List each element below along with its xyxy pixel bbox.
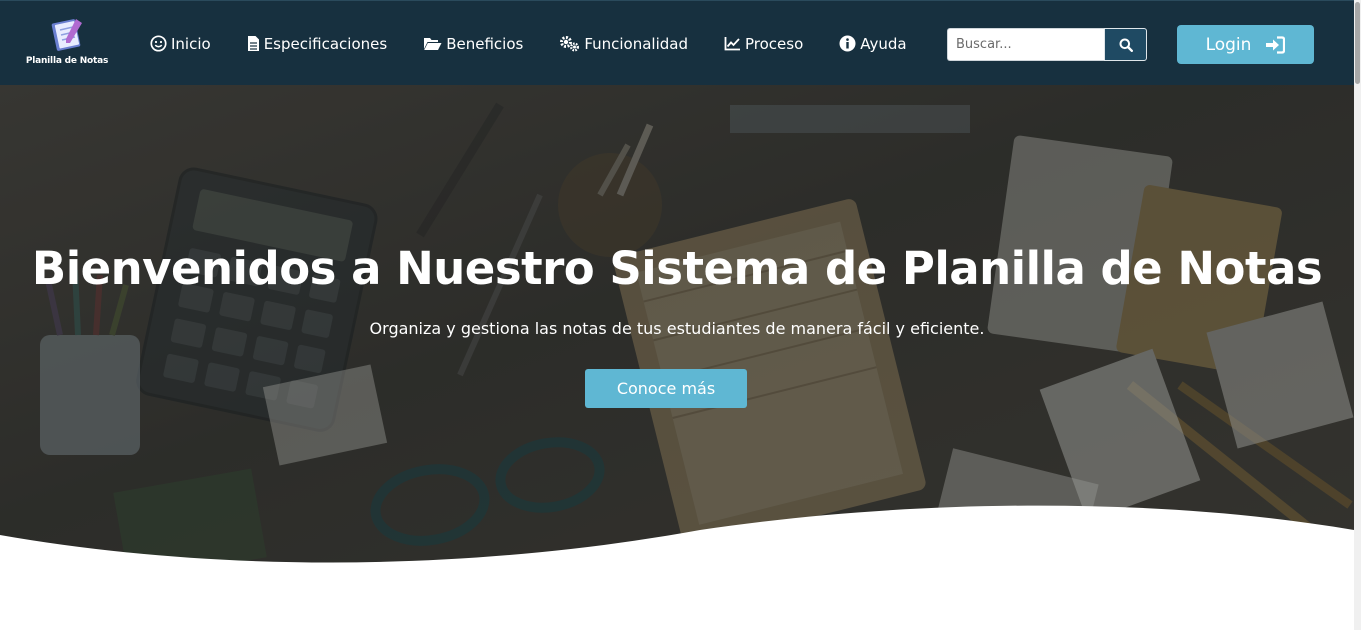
nav-item-especificaciones[interactable]: Especificaciones <box>247 34 388 53</box>
nav-item-ayuda[interactable]: Ayuda <box>839 34 907 53</box>
gears-icon <box>560 36 580 52</box>
search-button[interactable] <box>1104 28 1147 61</box>
nav-item-beneficios[interactable]: Beneficios <box>423 35 523 53</box>
nav-item-funcionalidad[interactable]: Funcionalidad <box>559 35 688 53</box>
search-icon <box>1119 38 1133 52</box>
search-form <box>947 28 1147 61</box>
notebook-pen-icon <box>51 19 82 51</box>
login-button[interactable]: Login <box>1177 25 1314 64</box>
hero-subtitle: Organiza y gestiona las notas de tus est… <box>369 319 985 338</box>
smile-icon <box>150 35 167 52</box>
hero-title: Bienvenidos a Nuestro Sistema de Planill… <box>31 242 1323 295</box>
nav-label-funcionalidad: Funcionalidad <box>584 34 688 53</box>
nav-item-proceso[interactable]: Proceso <box>724 35 803 53</box>
info-circle-icon <box>839 35 856 52</box>
nav-links: Inicio Especificaciones Beneficios Funci… <box>150 1 943 86</box>
folder-open-icon <box>424 38 442 50</box>
brand[interactable]: Planilla de Notas <box>22 15 112 75</box>
login-label: Login <box>1205 34 1252 55</box>
file-icon <box>247 36 259 51</box>
search-input[interactable] <box>947 28 1104 61</box>
conoce-mas-button[interactable]: Conoce más <box>585 369 747 408</box>
scrollbar-thumb[interactable] <box>1355 2 1360 84</box>
top-navbar: Planilla de Notas Inicio Especificacione… <box>0 0 1354 85</box>
nav-label-especificaciones: Especificaciones <box>263 34 388 53</box>
nav-label-beneficios: Beneficios <box>446 34 524 53</box>
nav-label-inicio: Inicio <box>171 34 211 53</box>
page-scrollbar[interactable] <box>1354 0 1361 630</box>
nav-label-proceso: Proceso <box>745 34 804 53</box>
nav-item-inicio[interactable]: Inicio <box>150 35 211 53</box>
hero-bottom-wave <box>0 505 1354 570</box>
sign-in-icon <box>1266 35 1286 54</box>
brand-name: Planilla de Notas <box>25 56 109 66</box>
nav-label-ayuda: Ayuda <box>860 34 907 53</box>
line-chart-icon <box>724 37 740 51</box>
